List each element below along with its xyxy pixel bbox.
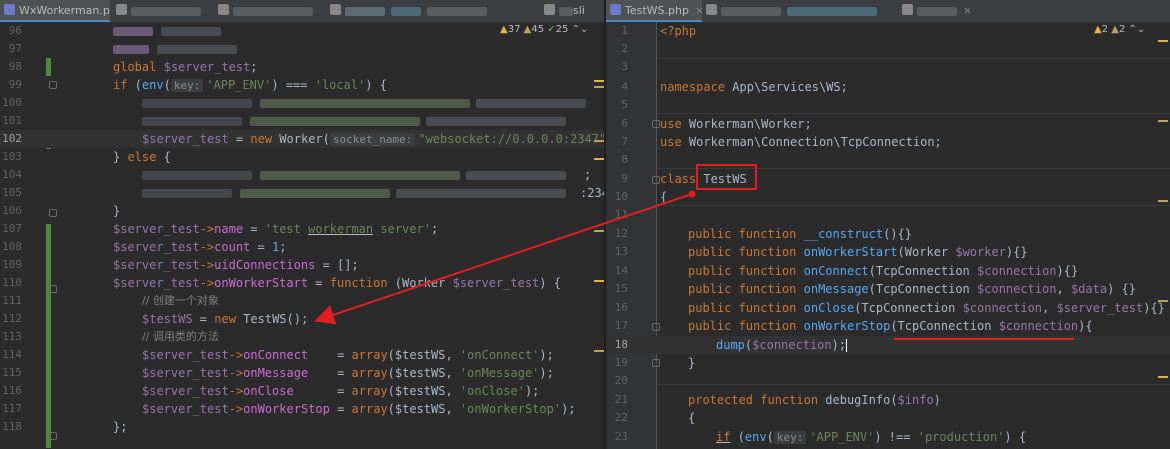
annotation-arrow-line <box>314 193 693 325</box>
annotation-arrow <box>314 190 696 325</box>
annotation-arrow-origin <box>688 190 696 198</box>
